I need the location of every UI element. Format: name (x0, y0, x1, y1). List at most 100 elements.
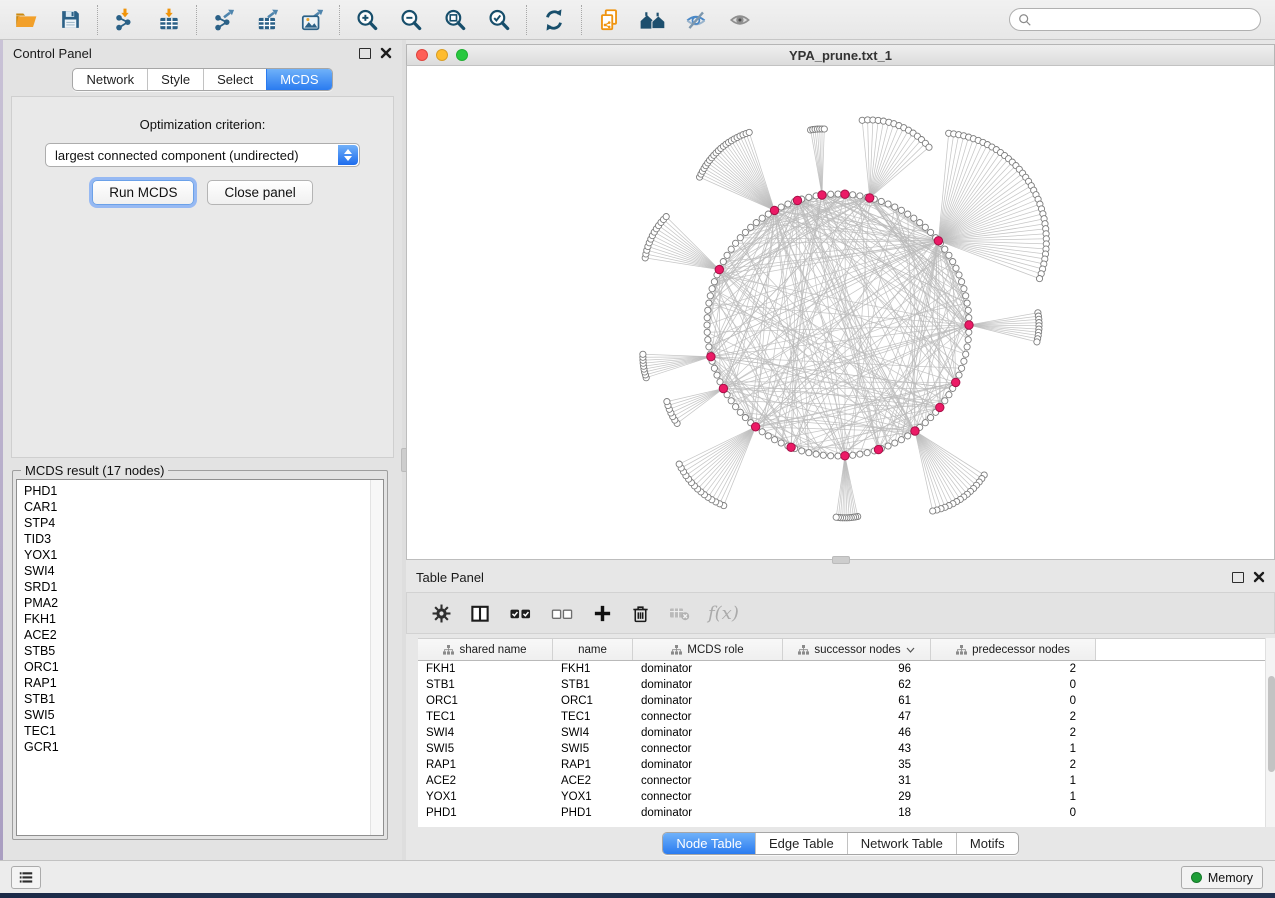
refresh-button[interactable] (532, 3, 576, 37)
table-cell[interactable]: RAP1 (553, 757, 633, 773)
delete-table-button[interactable] (668, 603, 691, 623)
mcds-result-item[interactable]: STB5 (17, 643, 371, 659)
table-cell[interactable]: 0 (931, 677, 1096, 693)
run-mcds-button[interactable]: Run MCDS (92, 180, 194, 205)
add-row-button[interactable] (592, 603, 613, 624)
close-table-panel-icon[interactable] (1253, 571, 1265, 583)
float-table-panel-icon[interactable] (1232, 572, 1244, 583)
table-cell[interactable]: PHD1 (553, 805, 633, 821)
table-cell[interactable]: dominator (633, 725, 783, 741)
table-cell[interactable]: 43 (783, 741, 931, 757)
table-cell[interactable]: YOX1 (553, 789, 633, 805)
column-header-MCDS-role[interactable]: MCDS role (633, 639, 783, 660)
table-cell[interactable]: 18 (783, 805, 931, 821)
close-panel-button[interactable]: Close panel (207, 180, 312, 205)
table-cell[interactable]: dominator (633, 693, 783, 709)
table-cell[interactable]: connector (633, 709, 783, 725)
table-cell[interactable]: 1 (931, 773, 1096, 789)
table-cell[interactable]: 47 (783, 709, 931, 725)
table-cell[interactable]: 2 (931, 661, 1096, 677)
open-file-button[interactable] (4, 3, 48, 37)
table-cell[interactable]: 2 (931, 709, 1096, 725)
table-cell[interactable]: RAP1 (418, 757, 553, 773)
table-cell[interactable]: dominator (633, 677, 783, 693)
show-all-button[interactable] (719, 3, 763, 37)
table-cell[interactable]: PHD1 (418, 805, 553, 821)
network-canvas[interactable] (406, 66, 1275, 560)
list-scrollbar[interactable] (370, 480, 383, 835)
mcds-result-item[interactable]: GCR1 (17, 739, 371, 755)
function-builder-button[interactable]: f(x) (708, 603, 739, 624)
table-cell[interactable]: STB1 (418, 677, 553, 693)
show-columns-button[interactable] (469, 603, 491, 624)
tab-network[interactable]: Network (73, 69, 147, 90)
import-table-button[interactable] (147, 3, 191, 37)
table-cell[interactable]: SWI4 (418, 725, 553, 741)
table-cell[interactable]: connector (633, 741, 783, 757)
import-network-button[interactable] (103, 3, 147, 37)
mcds-result-item[interactable]: SRD1 (17, 579, 371, 595)
table-row[interactable]: ACE2ACE2connector311 (418, 773, 1267, 789)
table-row[interactable]: ORC1ORC1dominator610 (418, 693, 1267, 709)
table-cell[interactable]: 0 (931, 693, 1096, 709)
mcds-result-item[interactable]: ORC1 (17, 659, 371, 675)
table-row[interactable]: STB1STB1dominator620 (418, 677, 1267, 693)
save-session-button[interactable] (48, 3, 92, 37)
tab-network-table[interactable]: Network Table (847, 833, 956, 854)
table-cell[interactable]: 96 (783, 661, 931, 677)
table-row[interactable]: PHD1PHD1dominator180 (418, 805, 1267, 821)
mcds-result-item[interactable]: YOX1 (17, 547, 371, 563)
column-header-shared-name[interactable]: shared name (418, 639, 553, 660)
zoom-fit-button[interactable] (433, 3, 477, 37)
export-image-button[interactable] (290, 3, 334, 37)
mcds-result-item[interactable]: RAP1 (17, 675, 371, 691)
criterion-select[interactable]: largest connected component (undirected) (45, 143, 360, 167)
table-row[interactable]: FKH1FKH1dominator962 (418, 661, 1267, 677)
table-cell[interactable]: connector (633, 773, 783, 789)
table-cell[interactable]: ORC1 (418, 693, 553, 709)
table-row[interactable]: TEC1TEC1connector472 (418, 709, 1267, 725)
table-cell[interactable]: dominator (633, 661, 783, 677)
column-header-predecessor-nodes[interactable]: predecessor nodes (931, 639, 1096, 660)
table-cell[interactable]: FKH1 (553, 661, 633, 677)
table-cell[interactable]: 0 (931, 805, 1096, 821)
task-history-button[interactable] (11, 866, 41, 889)
mcds-result-item[interactable]: SWI5 (17, 707, 371, 723)
table-cell[interactable]: TEC1 (418, 709, 553, 725)
tab-edge-table[interactable]: Edge Table (755, 833, 847, 854)
hide-selected-button[interactable] (675, 3, 719, 37)
table-cell[interactable]: STB1 (553, 677, 633, 693)
column-header-name[interactable]: name (553, 639, 633, 660)
mcds-result-item[interactable]: PHD1 (17, 483, 371, 499)
mcds-result-list[interactable]: PHD1CAR1STP4TID3YOX1SWI4SRD1PMA2FKH1ACE2… (16, 479, 384, 836)
horizontal-splitter-handle[interactable] (832, 556, 850, 564)
column-header-successor-nodes[interactable]: successor nodes (783, 639, 931, 660)
network-window-titlebar[interactable]: YPA_prune.txt_1 (406, 44, 1275, 66)
close-panel-icon[interactable] (380, 47, 392, 59)
table-cell[interactable]: 1 (931, 789, 1096, 805)
table-cell[interactable]: 46 (783, 725, 931, 741)
tab-style[interactable]: Style (147, 69, 203, 90)
table-cell[interactable]: 2 (931, 757, 1096, 773)
node-table[interactable]: shared namenameMCDS rolesuccessor nodesp… (418, 638, 1267, 827)
tab-mcds[interactable]: MCDS (266, 69, 331, 90)
table-scrollbar-thumb[interactable] (1268, 676, 1275, 772)
table-cell[interactable]: 1 (931, 741, 1096, 757)
table-settings-button[interactable] (431, 603, 452, 624)
table-cell[interactable]: ORC1 (553, 693, 633, 709)
table-cell[interactable]: FKH1 (418, 661, 553, 677)
table-row[interactable]: SWI4SWI4dominator462 (418, 725, 1267, 741)
mcds-result-item[interactable]: TID3 (17, 531, 371, 547)
table-scrollbar[interactable] (1265, 638, 1275, 827)
table-row[interactable]: SWI5SWI5connector431 (418, 741, 1267, 757)
table-row[interactable]: YOX1YOX1connector291 (418, 789, 1267, 805)
tab-motifs[interactable]: Motifs (956, 833, 1018, 854)
search-field[interactable] (1009, 8, 1261, 31)
mcds-result-item[interactable]: PMA2 (17, 595, 371, 611)
float-panel-icon[interactable] (359, 48, 371, 59)
zoom-selected-button[interactable] (477, 3, 521, 37)
table-cell[interactable]: SWI5 (418, 741, 553, 757)
table-cell[interactable]: connector (633, 789, 783, 805)
tab-select[interactable]: Select (203, 69, 266, 90)
table-cell[interactable]: 2 (931, 725, 1096, 741)
